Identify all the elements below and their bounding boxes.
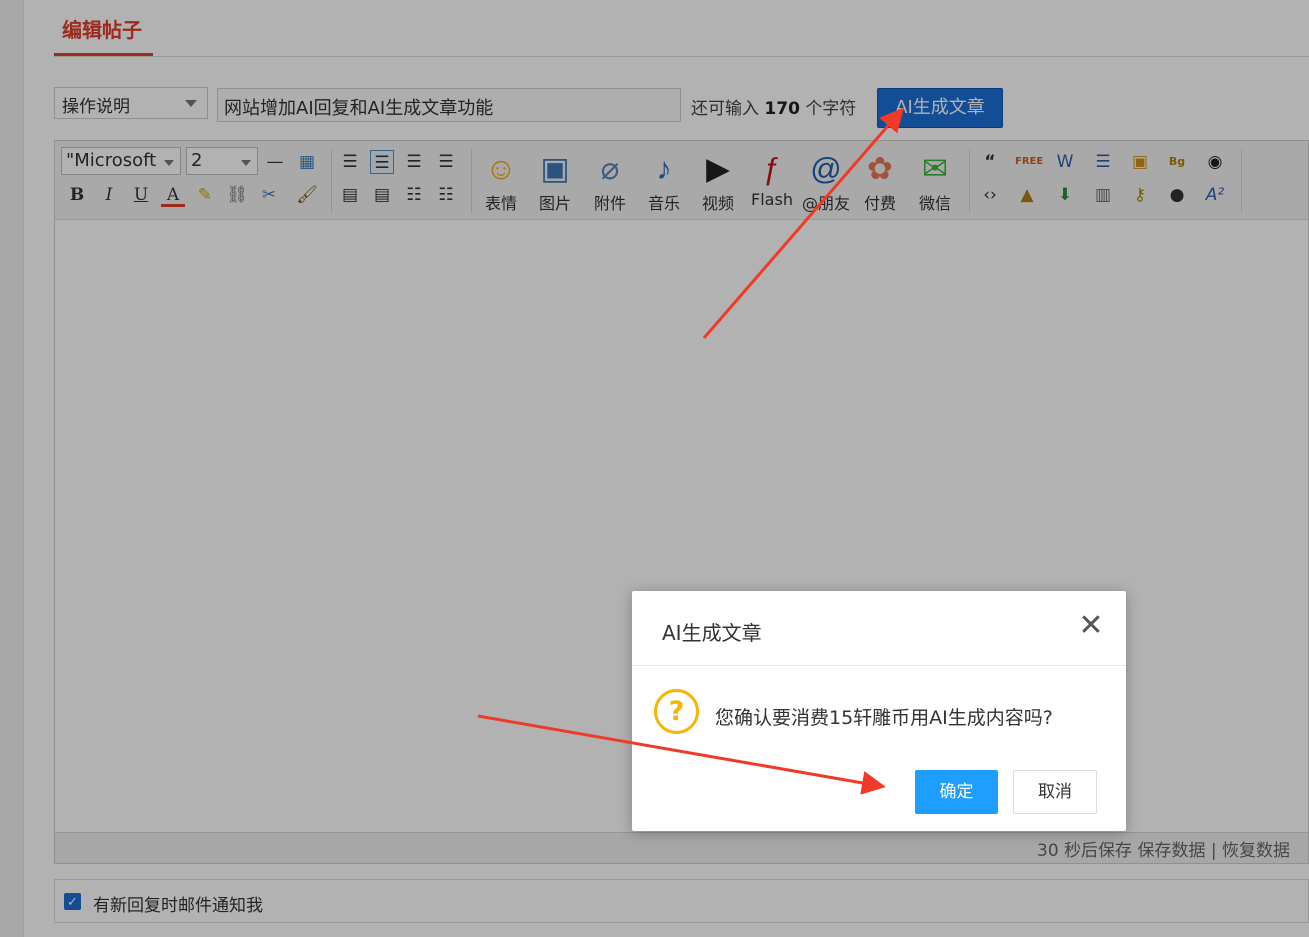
dialog-title: AI生成文章 bbox=[662, 621, 762, 645]
ai-confirm-dialog: AI生成文章 ✕ ? 您确认要消费15轩雕币用AI生成内容吗? 确定 取消 bbox=[632, 591, 1126, 831]
dialog-message: 您确认要消费15轩雕币用AI生成内容吗? bbox=[715, 707, 1053, 729]
confirm-button[interactable]: 确定 bbox=[915, 770, 998, 814]
close-icon[interactable]: ✕ bbox=[1076, 611, 1106, 641]
cancel-button[interactable]: 取消 bbox=[1013, 770, 1097, 814]
question-icon: ? bbox=[654, 689, 699, 734]
dialog-divider bbox=[632, 665, 1126, 666]
